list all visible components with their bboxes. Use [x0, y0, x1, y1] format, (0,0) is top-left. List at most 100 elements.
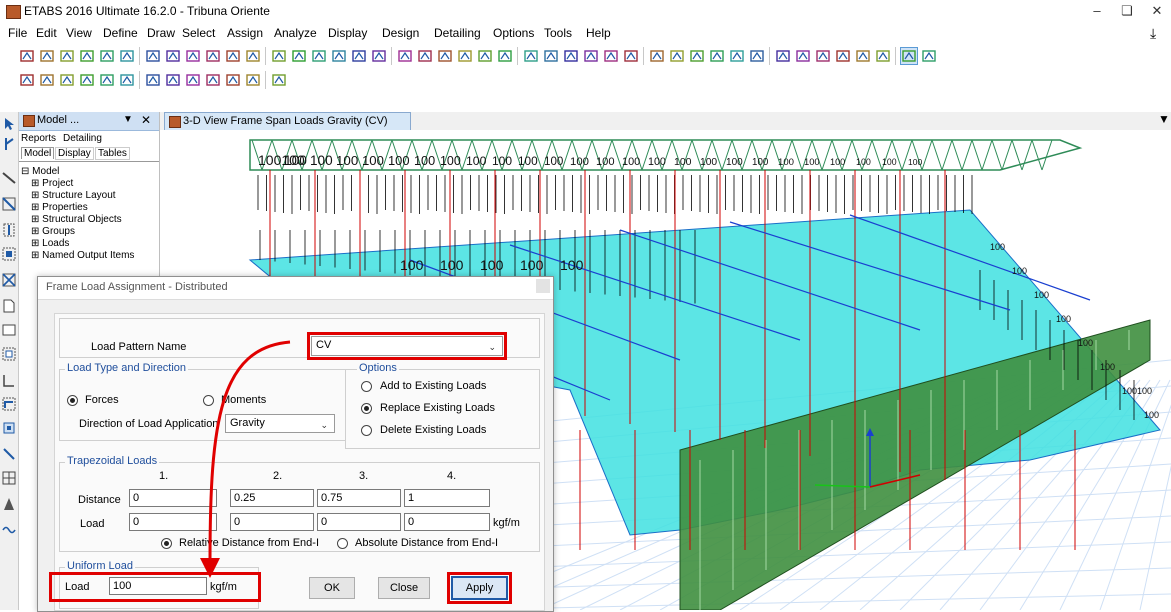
- insert-icon[interactable]: [184, 71, 202, 89]
- draw-grid-icon[interactable]: [1, 246, 17, 264]
- tree-item-project[interactable]: ⊞ Project: [31, 178, 73, 189]
- nd-icon[interactable]: [688, 47, 706, 65]
- new-icon[interactable]: [18, 47, 36, 65]
- draw-x-brace-icon[interactable]: [1, 272, 17, 290]
- tree-item-loads[interactable]: ⊞ Loads: [31, 238, 69, 249]
- close-view-icon[interactable]: ▼✕: [1158, 112, 1171, 126]
- download-icon[interactable]: ⤓: [1150, 25, 1156, 42]
- undo-icon[interactable]: [78, 47, 96, 65]
- tab-tables[interactable]: Tables: [95, 147, 130, 160]
- rigid-icon[interactable]: [668, 47, 686, 65]
- tee-icon[interactable]: [164, 71, 182, 89]
- stretch-icon[interactable]: [38, 71, 56, 89]
- absolute-distance-radio[interactable]: [337, 538, 348, 549]
- tab-reports[interactable]: Reports: [21, 133, 56, 144]
- tab-detailing[interactable]: Detailing: [63, 133, 102, 144]
- chevron-down-icon[interactable]: ▼: [123, 114, 133, 125]
- frame-props-icon[interactable]: [774, 47, 792, 65]
- uniform-load-input[interactable]: 100: [109, 577, 207, 595]
- draw-column-icon[interactable]: [1, 222, 17, 240]
- zoom-out-icon[interactable]: [224, 47, 242, 65]
- draw-line-icon[interactable]: [1, 446, 17, 464]
- frame-icon[interactable]: [522, 47, 540, 65]
- draw-floor-icon[interactable]: [1, 322, 17, 340]
- check-icon[interactable]: [496, 47, 514, 65]
- explorer-tab[interactable]: Model ... ▼ ✕: [19, 112, 159, 131]
- load-1-input[interactable]: 0: [129, 513, 217, 531]
- close-button[interactable]: Close: [378, 577, 430, 599]
- scale-icon[interactable]: [58, 71, 76, 89]
- pointer-icon[interactable]: [834, 47, 852, 65]
- menu-detailing[interactable]: Detailing: [434, 26, 481, 40]
- menu-file[interactable]: File: [8, 26, 27, 40]
- slab-type-icon[interactable]: [144, 71, 162, 89]
- load-3-input[interactable]: 0: [317, 513, 401, 531]
- plan-icon[interactable]: [350, 47, 368, 65]
- wall-icon[interactable]: [622, 47, 640, 65]
- draw-grid-lines-icon[interactable]: [1, 470, 17, 488]
- highlight-icon[interactable]: [920, 47, 938, 65]
- up-icon[interactable]: [436, 47, 454, 65]
- down-icon[interactable]: [456, 47, 474, 65]
- add-existing-radio[interactable]: [361, 381, 372, 392]
- column-icon[interactable]: [582, 47, 600, 65]
- beam-icon[interactable]: [602, 47, 620, 65]
- zoom-icon[interactable]: [184, 47, 202, 65]
- distance-1-input[interactable]: 0: [129, 489, 217, 507]
- menu-analyze[interactable]: Analyze: [274, 26, 317, 40]
- open-icon[interactable]: [38, 47, 56, 65]
- tree-item-model[interactable]: ⊟ Model: [21, 166, 59, 177]
- zoom-all-icon[interactable]: [244, 47, 262, 65]
- moments-radio[interactable]: [203, 395, 214, 406]
- draw-tendon-icon[interactable]: [1, 496, 17, 514]
- reshape-icon[interactable]: [1, 136, 17, 154]
- section-icon[interactable]: [476, 47, 494, 65]
- replace-existing-radio[interactable]: [361, 403, 372, 414]
- tab-display[interactable]: Display: [55, 147, 94, 160]
- object-icon[interactable]: [708, 47, 726, 65]
- deck-icon[interactable]: [542, 47, 560, 65]
- lock-icon[interactable]: [144, 47, 162, 65]
- link-icon[interactable]: [648, 47, 666, 65]
- distance-3-input[interactable]: 0.75: [317, 489, 401, 507]
- text-format-icon[interactable]: [118, 71, 136, 89]
- tree-item-named-output-items[interactable]: ⊞ Named Output Items: [31, 250, 134, 261]
- menu-edit[interactable]: Edit: [36, 26, 57, 40]
- load-4-input[interactable]: 0: [404, 513, 490, 531]
- color-icon[interactable]: [244, 71, 262, 89]
- direction-select[interactable]: Gravity ⌄: [225, 414, 335, 433]
- zoom-in-icon[interactable]: [204, 47, 222, 65]
- pencil-icon[interactable]: [118, 47, 136, 65]
- menu-options[interactable]: Options: [493, 26, 534, 40]
- restore-button[interactable]: ❏: [1112, 1, 1142, 21]
- menu-draw[interactable]: Draw: [147, 26, 175, 40]
- menu-assign[interactable]: Assign: [227, 26, 263, 40]
- distance-2-input[interactable]: 0.25: [230, 489, 314, 507]
- apply-button[interactable]: Apply: [451, 576, 508, 600]
- redo-icon[interactable]: [98, 47, 116, 65]
- minimize-button[interactable]: –: [1082, 1, 1112, 21]
- menu-display[interactable]: Display: [328, 26, 367, 40]
- draw-dimension-icon[interactable]: [1, 520, 17, 538]
- draw-brace-icon[interactable]: [1, 196, 17, 214]
- show-icon[interactable]: [854, 47, 872, 65]
- menu-view[interactable]: View: [66, 26, 92, 40]
- shell-icon[interactable]: [874, 47, 892, 65]
- close-icon[interactable]: ✕: [141, 113, 151, 127]
- shape-icon[interactable]: [748, 47, 766, 65]
- draw-opening-icon[interactable]: [1, 346, 17, 364]
- draw-wall-icon[interactable]: [1, 298, 17, 316]
- load-2-input[interactable]: 0: [230, 513, 314, 531]
- tab-model[interactable]: Model: [21, 147, 55, 159]
- pointer-icon[interactable]: [1, 116, 17, 134]
- tree-item-properties[interactable]: ⊞ Properties: [31, 202, 88, 213]
- elevation-icon[interactable]: [370, 47, 388, 65]
- delete-existing-radio[interactable]: [361, 425, 372, 436]
- tree-item-groups[interactable]: ⊞ Groups: [31, 226, 75, 237]
- grid-icon[interactable]: [98, 71, 116, 89]
- draw-link-icon[interactable]: [1, 420, 17, 438]
- zoom-prev-icon[interactable]: [270, 47, 288, 65]
- ok-button[interactable]: OK: [309, 577, 355, 599]
- set-display-icon[interactable]: [416, 47, 434, 65]
- draw-beam-icon[interactable]: [1, 170, 17, 188]
